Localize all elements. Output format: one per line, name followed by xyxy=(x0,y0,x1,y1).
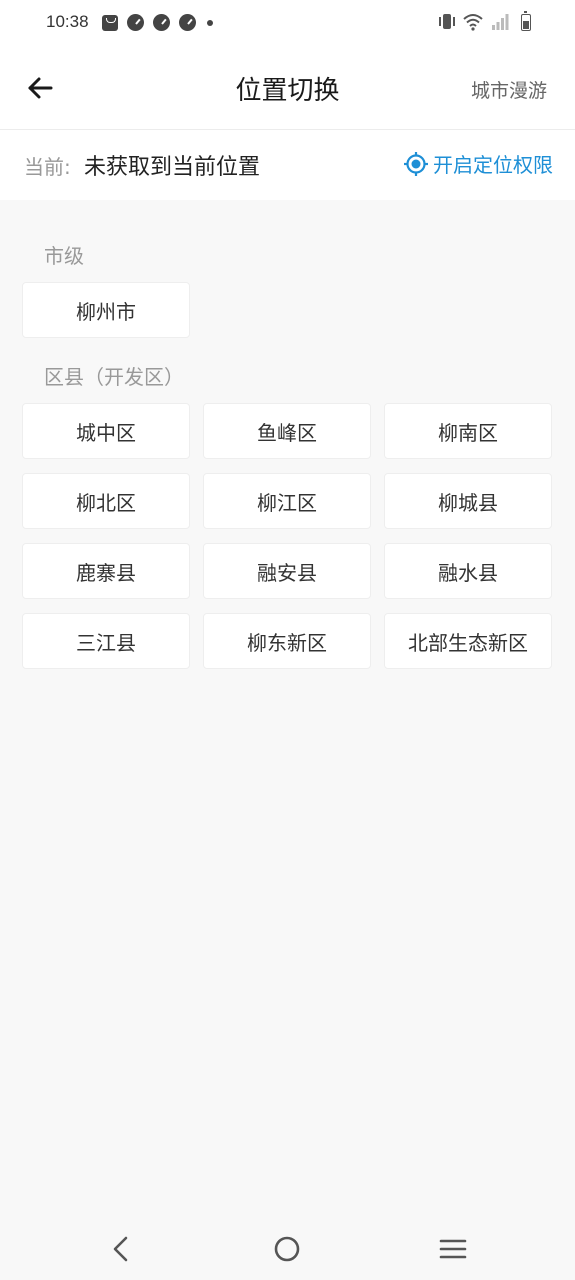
nav-menu-icon xyxy=(439,1239,467,1259)
enable-location-label: 开启定位权限 xyxy=(433,153,553,177)
county-item[interactable]: 柳城县 xyxy=(384,473,552,529)
arrow-left-icon xyxy=(28,77,53,99)
dot-icon xyxy=(207,19,213,26)
enable-location-button[interactable]: 开启定位权限 xyxy=(403,149,553,178)
county-item[interactable]: 柳东新区 xyxy=(203,613,371,669)
gauge-icon xyxy=(153,14,170,31)
vibrate-icon xyxy=(439,13,455,31)
status-notification-icons xyxy=(102,14,213,31)
system-nav-bar xyxy=(0,1217,575,1280)
wifi-icon xyxy=(463,14,483,31)
gauge-icon xyxy=(179,14,196,31)
nav-home-button[interactable] xyxy=(269,1231,305,1267)
gauge-icon xyxy=(127,14,144,31)
status-system-icons xyxy=(439,10,531,31)
nav-menu-button[interactable] xyxy=(435,1231,471,1267)
back-button[interactable] xyxy=(22,70,58,106)
county-item[interactable]: 融水县 xyxy=(384,543,552,599)
county-item[interactable]: 北部生态新区 xyxy=(384,613,552,669)
locate-icon xyxy=(404,151,428,176)
county-item[interactable]: 鱼峰区 xyxy=(203,403,371,459)
county-item[interactable]: 柳南区 xyxy=(384,403,552,459)
nav-back-button[interactable] xyxy=(103,1231,139,1267)
status-bar: 10:38 xyxy=(0,0,575,48)
section-title-county: 区县（开发区） xyxy=(44,365,184,389)
current-location-label: 当前: xyxy=(24,155,71,179)
county-item[interactable]: 城中区 xyxy=(22,403,190,459)
current-location-bar: 当前: 未获取到当前位置 开启定位权限 xyxy=(0,130,575,200)
county-item[interactable]: 融安县 xyxy=(203,543,371,599)
city-item[interactable]: 柳州市 xyxy=(22,282,190,338)
battery-icon xyxy=(521,10,531,31)
bag-icon xyxy=(102,14,118,31)
county-item[interactable]: 柳江区 xyxy=(203,473,371,529)
city-roam-link[interactable]: 城市漫游 xyxy=(471,76,547,103)
header: 位置切换 城市漫游 xyxy=(0,48,575,130)
section-title-city: 市级 xyxy=(44,244,84,268)
county-item[interactable]: 三江县 xyxy=(22,613,190,669)
status-time: 10:38 xyxy=(46,12,89,31)
nav-back-icon xyxy=(113,1236,128,1262)
county-item[interactable]: 鹿寨县 xyxy=(22,543,190,599)
current-location-value: 未获取到当前位置 xyxy=(84,155,261,180)
county-item[interactable]: 柳北区 xyxy=(22,473,190,529)
signal-icon xyxy=(492,14,509,30)
nav-home-icon xyxy=(274,1236,300,1262)
